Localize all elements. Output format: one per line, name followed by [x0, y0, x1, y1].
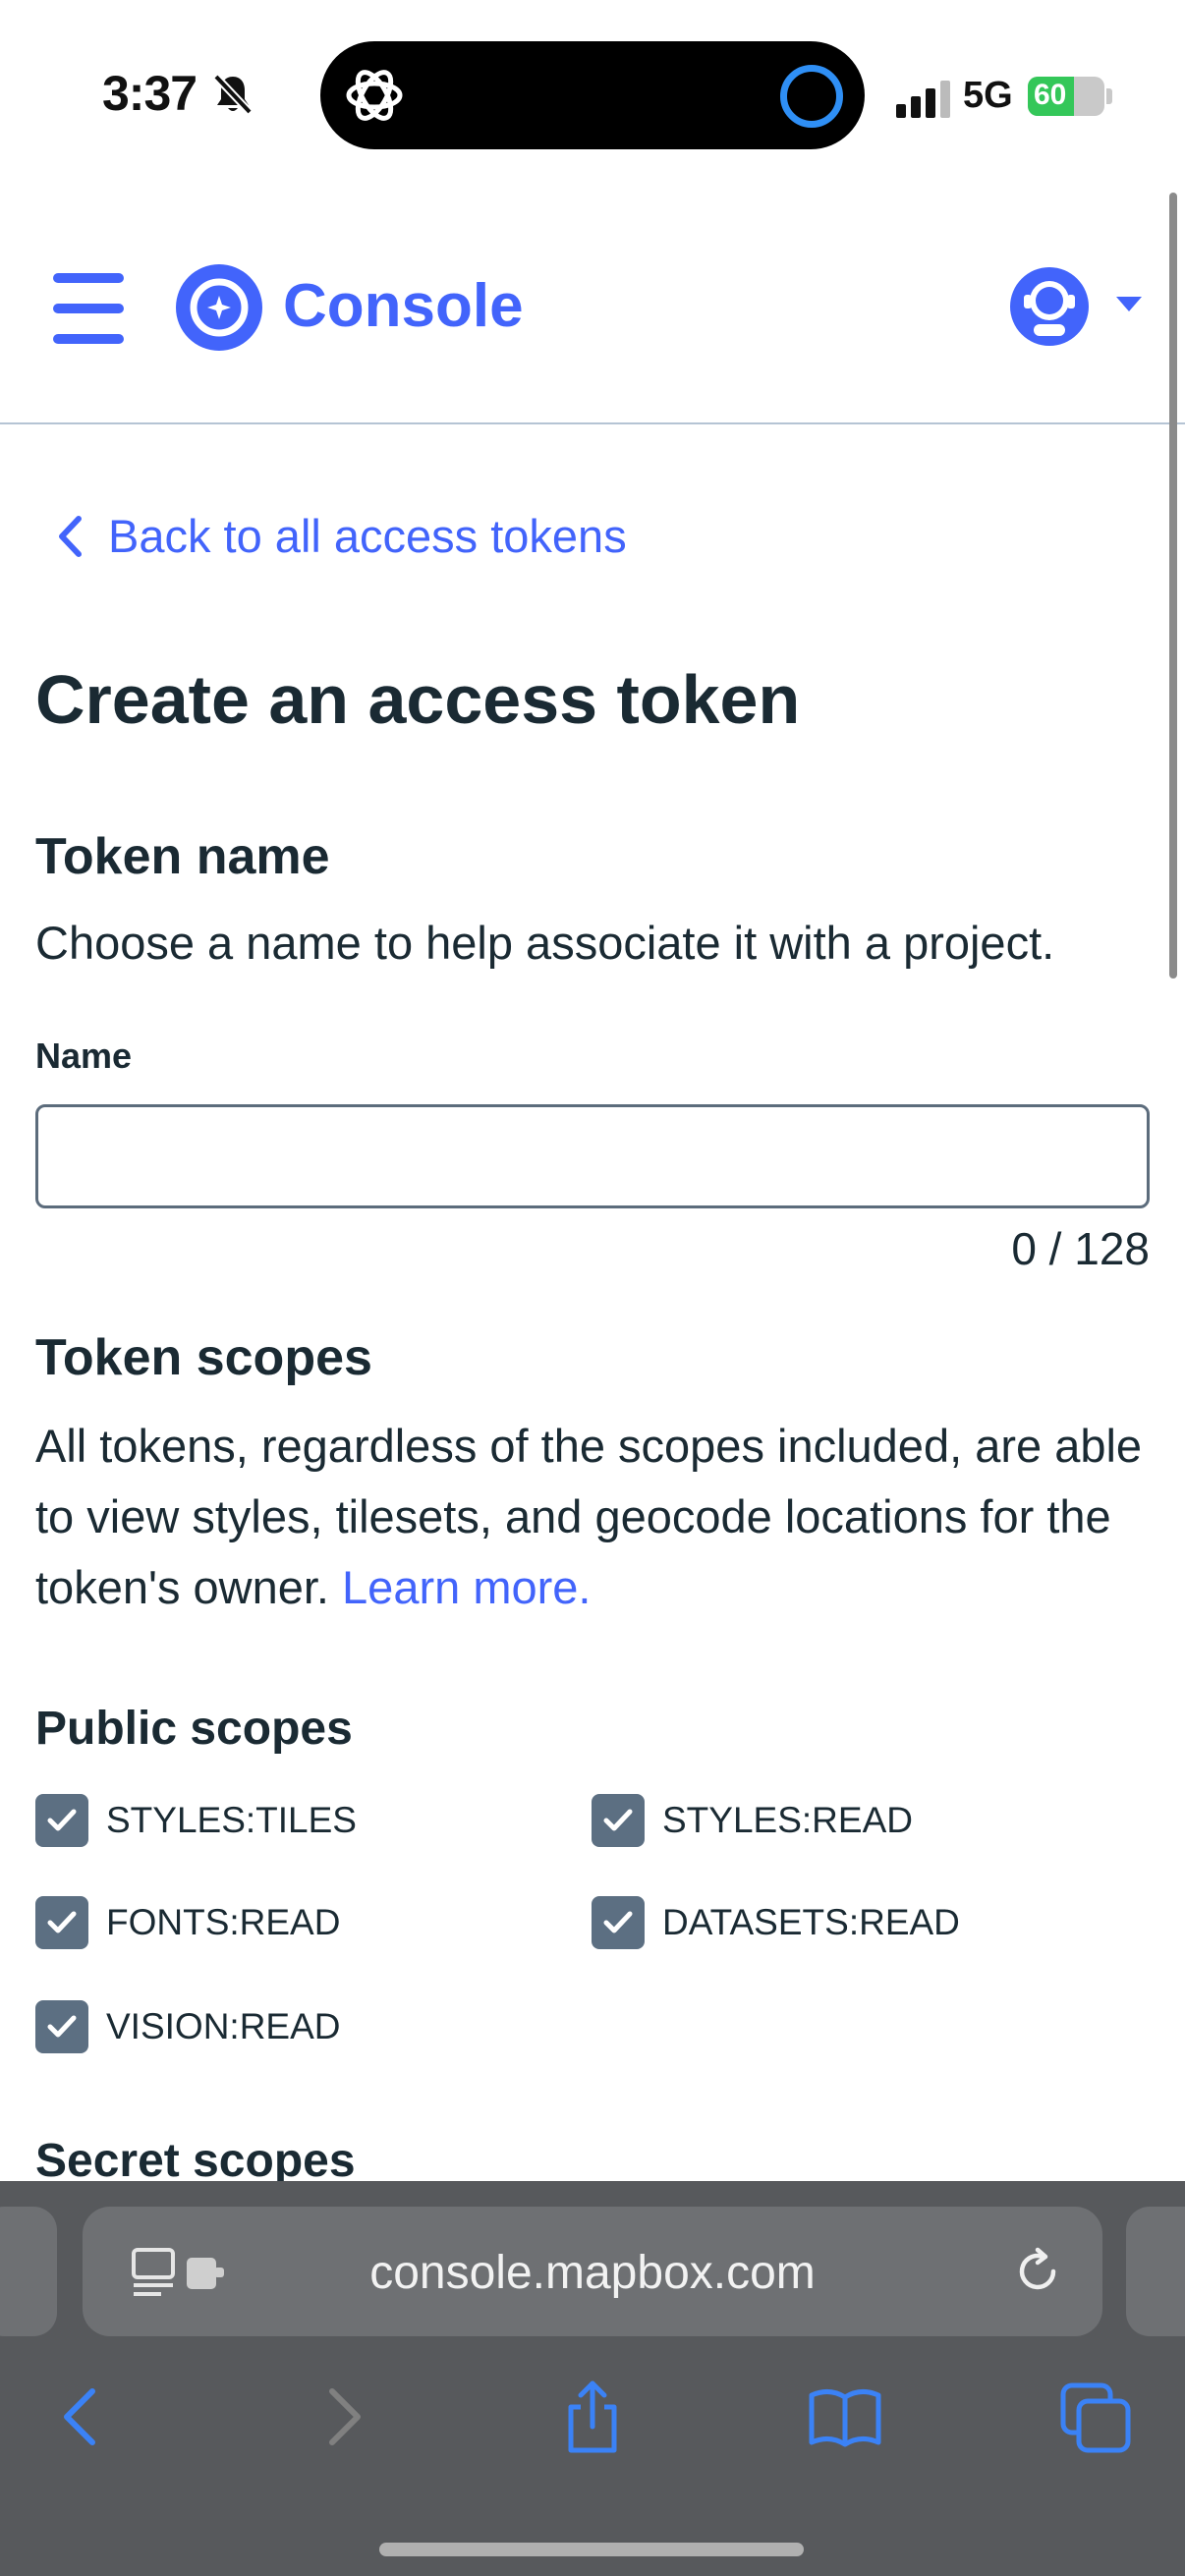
scope-vision-read[interactable]: VISION:READ: [35, 2000, 341, 2053]
token-scopes-heading: Token scopes: [35, 1329, 372, 1386]
scope-label: DATASETS:READ: [662, 1902, 960, 1942]
bookmarks-icon[interactable]: [806, 2378, 884, 2456]
check-icon: [47, 1911, 77, 1933]
share-icon[interactable]: [553, 2378, 632, 2456]
checkbox[interactable]: [35, 1794, 88, 1847]
brand-title[interactable]: Console: [283, 271, 524, 341]
browser-toolbar: console.mapbox.com: [0, 2181, 1185, 2576]
checkbox[interactable]: [35, 1896, 88, 1949]
chatgpt-icon: [346, 70, 403, 121]
check-icon: [603, 1809, 633, 1831]
name-input[interactable]: [35, 1104, 1150, 1208]
previous-tab[interactable]: [0, 2207, 57, 2336]
token-name-description: Choose a name to help associate it with …: [35, 917, 1055, 969]
check-icon: [603, 1911, 633, 1933]
name-char-counter: 0 / 128: [1011, 1223, 1150, 1274]
bell-muted-icon: [213, 74, 253, 115]
scope-label: STYLES:TILES: [106, 1800, 357, 1840]
scope-styles-read[interactable]: STYLES:READ: [592, 1794, 913, 1847]
back-to-tokens-link[interactable]: Back to all access tokens: [53, 509, 627, 563]
status-bar: 3:37 5G 60: [0, 0, 1185, 177]
user-avatar-icon[interactable]: [1008, 265, 1091, 348]
token-name-heading: Token name: [35, 828, 330, 885]
url-text: console.mapbox.com: [369, 2247, 816, 2299]
token-scopes-description: All tokens, regardless of the scopes inc…: [35, 1411, 1150, 1623]
home-indicator[interactable]: [379, 2543, 804, 2556]
browser-nav-row: [0, 2378, 1185, 2476]
forward-icon[interactable]: [301, 2378, 379, 2456]
check-icon: [47, 1809, 77, 1831]
page-title: Create an access token: [35, 661, 801, 738]
scope-label: FONTS:READ: [106, 1902, 341, 1942]
check-icon: [47, 2015, 77, 2038]
checkbox[interactable]: [592, 1896, 645, 1949]
secret-scopes-heading: Secret scopes: [35, 2135, 356, 2187]
chevron-down-icon[interactable]: [1116, 297, 1142, 311]
activity-ring-icon: [780, 65, 843, 128]
learn-more-link[interactable]: Learn more.: [342, 1561, 591, 1613]
name-field-label: Name: [35, 1036, 133, 1076]
status-time: 3:37: [102, 66, 198, 121]
page-scrollbar[interactable]: [1169, 193, 1177, 979]
chevron-left-icon: [59, 515, 82, 557]
battery-percent: 60: [1034, 79, 1067, 111]
scope-fonts-read[interactable]: FONTS:READ: [35, 1896, 340, 1949]
tabs-icon[interactable]: [1057, 2378, 1136, 2456]
next-tab[interactable]: [1126, 2207, 1185, 2336]
scope-datasets-read[interactable]: DATASETS:READ: [592, 1896, 960, 1949]
scope-styles-tiles[interactable]: STYLES:TILES: [35, 1794, 357, 1847]
checkbox[interactable]: [592, 1794, 645, 1847]
network-type: 5G: [963, 75, 1013, 116]
checkbox[interactable]: [35, 2000, 88, 2053]
back-icon[interactable]: [45, 2378, 124, 2456]
signal-icon: [896, 79, 953, 118]
public-scopes-heading: Public scopes: [35, 1703, 353, 1755]
mapbox-logo-icon[interactable]: [175, 263, 263, 352]
menu-button[interactable]: [53, 273, 124, 344]
back-link-label: Back to all access tokens: [108, 510, 627, 562]
scope-label: VISION:READ: [106, 2006, 341, 2046]
battery-icon: 60: [1028, 77, 1104, 116]
reload-icon[interactable]: [1012, 2246, 1063, 2297]
address-bar[interactable]: console.mapbox.com: [83, 2207, 1102, 2336]
app-header: Console: [0, 177, 1185, 424]
battery-cap: [1106, 88, 1112, 104]
scope-label: STYLES:READ: [662, 1800, 913, 1840]
dynamic-island: [320, 41, 865, 149]
